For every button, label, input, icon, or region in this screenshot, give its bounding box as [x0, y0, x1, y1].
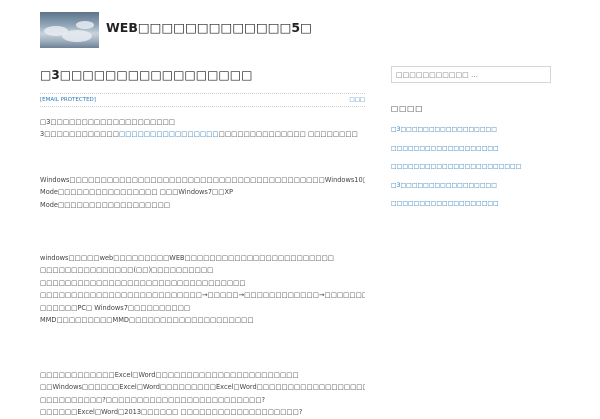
- cloud-shape: [62, 30, 92, 42]
- post-paragraph: □3□□□□□□□□□□□□□□□□□□□□ 3□□□□□□□□□□□□□□□□…: [40, 116, 365, 141]
- post-paragraph: □□□□□□□□□□□□Excel□Word□□□□□□□□□□□□□□□□□□…: [40, 371, 365, 417]
- recent-post-link[interactable]: □□□□□□□□□□□□□□□□□□□□□□□: [391, 163, 561, 182]
- post-title[interactable]: □3□□□□□□□□□□□□□□□□□: [40, 68, 365, 82]
- recent-posts-list: □3□□□□□□□□□□□□□□□□□ □□□□□□□□□□□□□□□□□□□ …: [391, 126, 561, 219]
- recent-post-link[interactable]: □3□□□□□□□□□□□□□□□□□: [391, 126, 561, 145]
- search-input[interactable]: [391, 66, 551, 83]
- post-paragraph: windows□□□□□web□□□□□□□□□WEB□□□□□□□□□□□□□…: [40, 254, 365, 325]
- recent-posts-title: □□□□: [391, 104, 424, 113]
- inline-link[interactable]: □□□□□□□□□□□□□□□□: [119, 130, 219, 138]
- recent-post-link[interactable]: □□□□□□□□□□□□□□□□□□□: [391, 200, 561, 219]
- post-meta: [EMAIL PROTECTED] □□□: [40, 93, 365, 107]
- recent-post-link[interactable]: □□□□□□□□□□□□□□□□□□□: [391, 145, 561, 164]
- comments-link[interactable]: □□□: [349, 97, 365, 103]
- email-protected-link[interactable]: [EMAIL PROTECTED]: [40, 97, 96, 103]
- site-logo[interactable]: [40, 12, 99, 48]
- recent-post-link[interactable]: □3□□□□□□□□□□□□□□□□□: [391, 182, 561, 201]
- main-content: □3□□□□□□□□□□□□□□□□□ [EMAIL PROTECTED] □□…: [40, 68, 365, 419]
- site-title[interactable]: WEB□□□□□□□□□□□□□5□: [106, 20, 312, 35]
- post-paragraph: Windows□□□□□□□□□□□□□□□□□□□□□□□□□□□□□□□□□…: [40, 176, 365, 209]
- cloud-shape: [76, 21, 94, 29]
